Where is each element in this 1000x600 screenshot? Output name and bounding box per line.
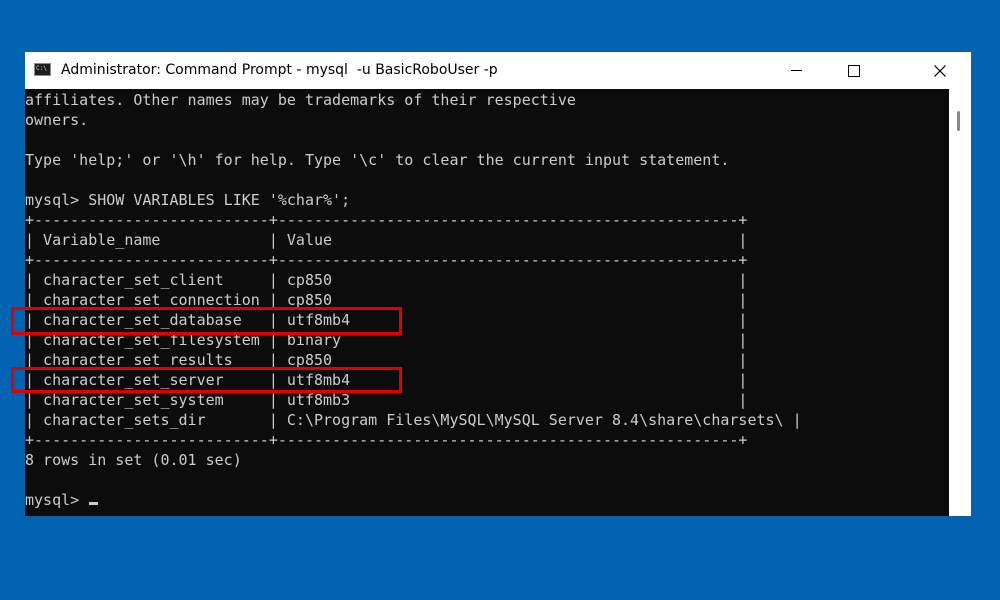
minimize-icon: [790, 70, 802, 71]
table-header-row: | Variable_name | Value |: [25, 231, 748, 249]
title-bar[interactable]: C:\ Administrator: Command Prompt - mysq…: [25, 52, 971, 89]
text-cursor: [89, 502, 99, 505]
vertical-scrollbar[interactable]: [949, 89, 971, 516]
highlight-character-set-database: [11, 307, 402, 335]
console-text: affiliates. Other names may be trademark…: [25, 90, 802, 510]
maximize-button[interactable]: [825, 52, 883, 89]
console-line: Type 'help;' or '\h' for help. Type '\c'…: [25, 151, 730, 169]
minimize-button[interactable]: [767, 52, 825, 89]
highlight-character-set-server: [11, 367, 402, 393]
command-prompt-window: C:\ Administrator: Command Prompt - mysq…: [25, 52, 971, 516]
prompt-line[interactable]: mysql>: [25, 490, 802, 510]
close-icon: [934, 64, 946, 77]
console-output[interactable]: affiliates. Other names may be trademark…: [25, 89, 949, 516]
window-title: Administrator: Command Prompt - mysql -u…: [61, 62, 498, 78]
result-summary: 8 rows in set (0.01 sec): [25, 451, 242, 469]
table-row: | character_set_client | cp850 |: [25, 271, 748, 289]
table-border: +--------------------------+------------…: [25, 251, 748, 269]
close-button[interactable]: [911, 52, 969, 89]
table-row: | character_set_system | utf8mb3 |: [25, 391, 748, 409]
console-line: owners.: [25, 111, 89, 129]
mysql-prompt: mysql>: [25, 491, 89, 509]
console-line: mysql> SHOW VARIABLES LIKE '%char%';: [25, 191, 351, 209]
maximize-icon: [848, 64, 860, 77]
console-line: affiliates. Other names may be trademark…: [25, 91, 576, 109]
scrollbar-thumb[interactable]: [957, 111, 960, 131]
table-border: +--------------------------+------------…: [25, 431, 748, 449]
table-border: +--------------------------+------------…: [25, 211, 748, 229]
cmd-icon: C:\: [34, 63, 51, 76]
table-row: | character_sets_dir | C:\Program Files\…: [25, 411, 802, 429]
